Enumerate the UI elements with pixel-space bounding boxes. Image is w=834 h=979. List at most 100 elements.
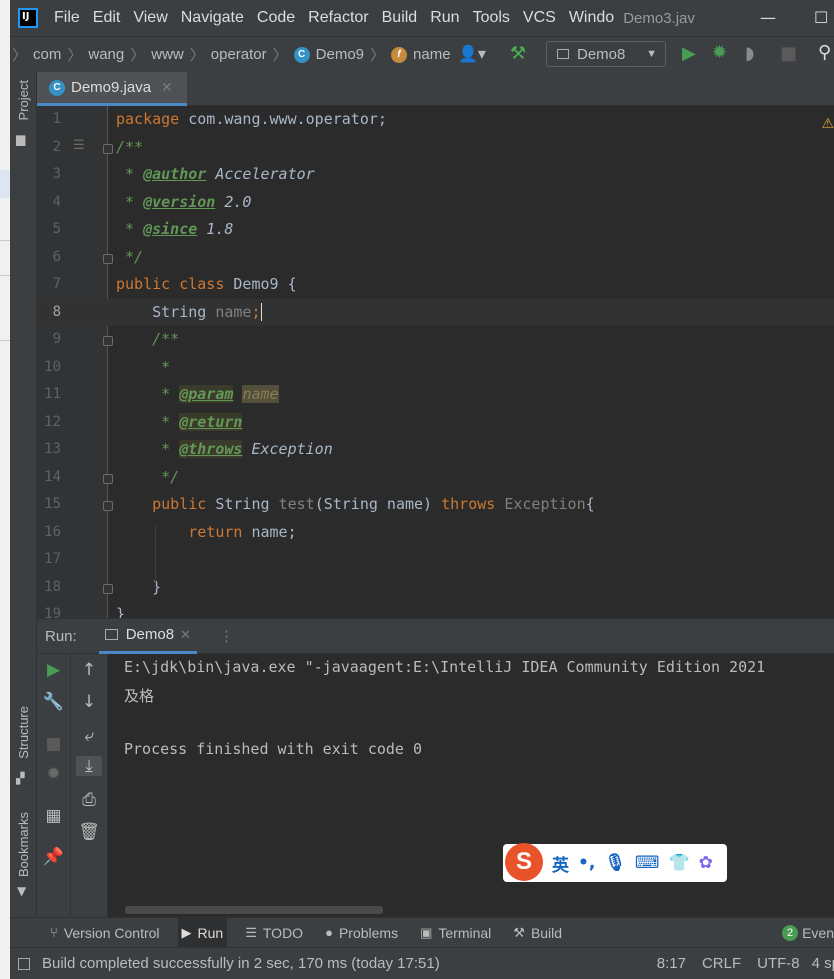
line-number: 17 (44, 551, 61, 567)
status-toggle-icon[interactable] (18, 957, 30, 970)
fold-icon[interactable] (103, 583, 113, 594)
breadcrumb-demo9[interactable]: C Demo9 (293, 46, 364, 63)
rerun-icon[interactable]: ▶ (37, 660, 70, 680)
line-number: 4 (52, 193, 61, 210)
fold-icon[interactable] (103, 253, 113, 264)
run-toolbar-primary: ▶ 🔧 ■ ✹ ▦ 📌 (37, 654, 71, 917)
menu-vcs[interactable]: VCS (523, 9, 556, 27)
horizontal-scrollbar[interactable] (125, 906, 383, 914)
breadcrumb-name[interactable]: f name (391, 46, 451, 63)
breadcrumb-www[interactable]: www (151, 46, 184, 63)
code-line: 6 */ (37, 244, 834, 272)
scroll-to-end-icon[interactable]: ⤓ (76, 756, 102, 776)
menu-edit[interactable]: Edit (93, 9, 121, 27)
code-text: * @throws Exception (116, 440, 333, 458)
breadcrumb-wang[interactable]: wang (88, 46, 124, 63)
debug-icon[interactable]: ✹ (712, 42, 727, 63)
breadcrumb-operator[interactable]: operator (211, 46, 267, 63)
menu-tools[interactable]: Tools (473, 9, 510, 27)
debug-gear-icon[interactable]: ✹ (37, 764, 70, 784)
more-options-icon[interactable]: ⋮ (219, 627, 234, 645)
pin-icon[interactable]: 📌 (37, 847, 70, 867)
line-number: 1 (52, 111, 61, 127)
menu-build[interactable]: Build (382, 9, 418, 27)
stop-icon[interactable]: ■ (37, 734, 70, 754)
doc-tag: @author (143, 165, 207, 183)
minimize-icon[interactable]: — (760, 8, 776, 27)
sogou-logo-icon[interactable]: S (505, 843, 543, 881)
search-icon[interactable]: ⚲ (818, 42, 831, 63)
code-line: 15 public String test(String name) throw… (37, 491, 834, 519)
structure-tool-button[interactable]: Structure (16, 706, 31, 759)
indent-setting[interactable]: 4 sp (812, 955, 834, 972)
breadcrumb-separator-icon: 〉 (130, 47, 146, 64)
keyboard-icon[interactable]: ⌨ (635, 853, 660, 873)
ime-punctuation-toggle[interactable]: •, (578, 853, 595, 873)
event-log-tool-button[interactable]: 2 Even (778, 918, 834, 948)
run-tool-button[interactable]: ▶ Run (177, 917, 228, 948)
status-message[interactable]: Build completed successfully in 2 sec, 1… (42, 955, 440, 972)
doc-render-icon[interactable]: ☰ (73, 138, 85, 153)
todo-tool-button[interactable]: ☰ TODO (241, 918, 307, 948)
run-tab-demo8[interactable]: Demo8 ✕ (98, 618, 197, 654)
menu-run[interactable]: Run (430, 9, 459, 27)
run-icon[interactable]: ▶ (682, 43, 696, 64)
coverage-icon[interactable]: ◗ (745, 43, 754, 64)
code-line: 4 * @version 2.0 (37, 189, 834, 217)
ime-language-toggle[interactable]: 英 (552, 851, 569, 876)
code-token: com.wang.www.operator; (179, 110, 387, 128)
menu-view[interactable]: View (133, 9, 167, 27)
build-tool-button[interactable]: ⚒ Build (509, 918, 566, 948)
fold-icon[interactable] (103, 501, 113, 511)
file-encoding[interactable]: UTF-8 (757, 955, 800, 972)
code-text: public class Demo9 { (116, 275, 297, 293)
build-hammer-icon[interactable]: ⚒ (510, 43, 526, 64)
soft-wrap-icon[interactable]: ⤶ (71, 726, 107, 746)
line-separator[interactable]: CRLF (702, 955, 741, 972)
terminal-tool-button[interactable]: ▣ Terminal (416, 918, 495, 948)
problems-tool-button[interactable]: ● Problems (321, 918, 402, 948)
trash-icon[interactable]: 🗑 (71, 822, 107, 842)
arrow-down-icon[interactable]: ↓ (71, 692, 107, 712)
close-icon[interactable]: ✕ (180, 627, 191, 643)
menu-navigate[interactable]: Navigate (181, 9, 244, 27)
keyword: return (116, 522, 243, 541)
bookmarks-tool-button[interactable]: Bookmarks (16, 812, 31, 877)
breadcrumb-separator-icon: 〉 (370, 47, 386, 64)
menu-window[interactable]: Windo (569, 9, 614, 27)
skin-icon[interactable]: 👕 (668, 853, 689, 873)
close-icon[interactable]: ✕ (161, 79, 173, 96)
code-editor[interactable]: ⚠ 1 package com.wang.www.operator; 2 ☰ /… (37, 106, 834, 618)
arrow-up-icon[interactable]: ↑ (71, 660, 107, 680)
microphone-icon[interactable]: 🎙 (604, 853, 626, 873)
breadcrumb-com[interactable]: com (33, 46, 61, 63)
line-number: 9 (52, 331, 61, 347)
project-tool-button[interactable]: Project (16, 80, 31, 120)
doc-tag: @return (179, 412, 243, 431)
line-number: 6 (52, 248, 61, 265)
doc-token: Exception (242, 440, 333, 458)
wrench-icon[interactable]: 🔧 (37, 692, 70, 712)
stop-icon[interactable]: ■ (780, 43, 797, 64)
tab-demo9-java[interactable]: C Demo9.java ✕ (37, 72, 187, 106)
layout-icon[interactable]: ▦ (37, 806, 70, 826)
menu-code[interactable]: Code (257, 9, 295, 27)
version-control-tool-button[interactable]: ⑂ Version Control (46, 918, 164, 948)
user-icon[interactable]: 👤▾ (458, 44, 486, 63)
toolbox-icon[interactable]: ✿ (699, 853, 713, 873)
fold-icon[interactable] (103, 336, 113, 346)
menu-refactor[interactable]: Refactor (308, 9, 368, 27)
fold-icon[interactable] (103, 143, 113, 154)
doc-tag: @throws (179, 440, 243, 458)
tool-button-label: Problems (338, 924, 399, 941)
doc-tag: @param (179, 385, 234, 403)
maximize-icon[interactable]: ☐ (814, 8, 828, 27)
code-token: Demo9 { (224, 275, 297, 293)
print-icon[interactable]: ⎙ (71, 790, 107, 810)
menu-file[interactable]: File (54, 9, 80, 27)
caret-position[interactable]: 8:17 (657, 955, 686, 972)
fold-icon[interactable] (103, 473, 113, 484)
navigation-bar: 〉 com 〉 wang 〉 www 〉 operator 〉 C Demo9 … (10, 36, 834, 72)
run-config-select[interactable]: Demo8 ▼ (546, 41, 666, 67)
code-text: * @param name (116, 385, 279, 403)
